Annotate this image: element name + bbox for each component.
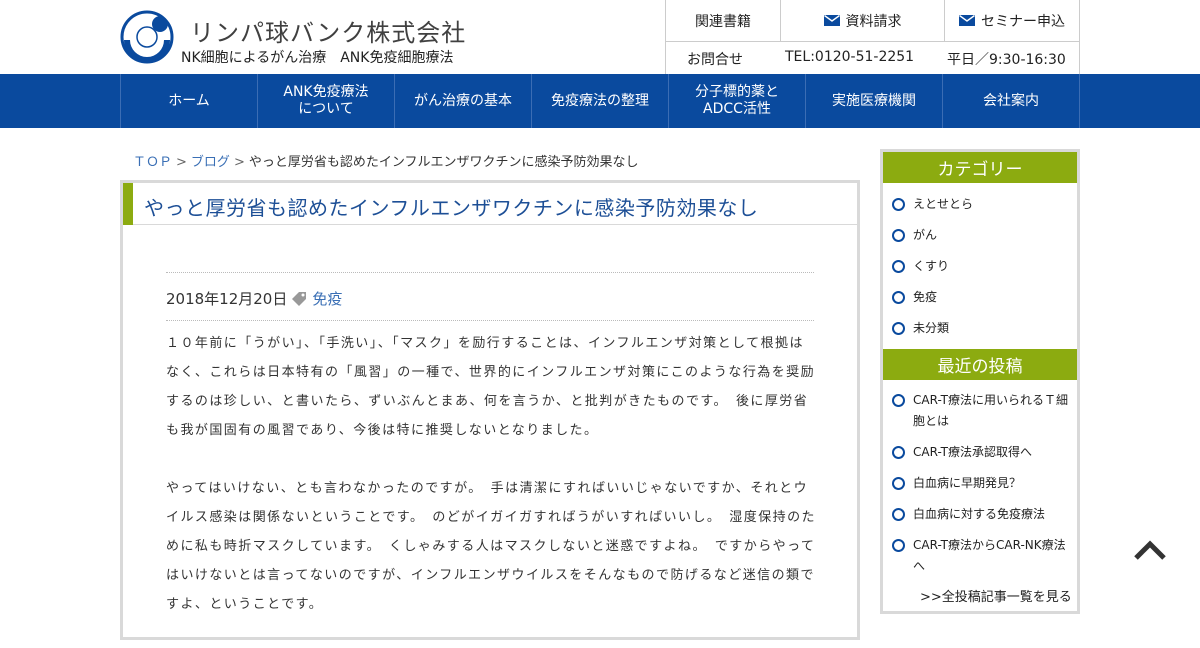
article-title: やっと厚労省も認めたインフルエンザワクチンに感染予防効果なし [144, 196, 759, 220]
sidebar: カテゴリー えとせとら がん くすり 免疫 未分類 最近の投稿 CAR-T療法に… [880, 149, 1080, 614]
recent-post-item[interactable]: CAR-T療法承認取得へ [892, 442, 1071, 463]
circle-bullet-icon [892, 322, 905, 335]
divider [166, 320, 814, 321]
seminar-apply-label: セミナー申込 [981, 13, 1065, 30]
request-materials-link[interactable]: 資料請求 [781, 0, 945, 41]
seminar-apply-link[interactable]: セミナー申込 [945, 0, 1079, 41]
circle-bullet-icon [892, 229, 905, 242]
back-to-top-icon[interactable] [1134, 538, 1166, 564]
categories-heading: カテゴリー [883, 152, 1077, 183]
nav-item-company[interactable]: 会社案内 [943, 74, 1080, 128]
article-paragraph: １０年前に「うがい」、「手洗い」、「マスク」を励行することは、インフルエンザ対策… [166, 336, 816, 438]
recent-post-label: CAR-T療法に用いられるＴ細胞とは [913, 393, 1068, 428]
recent-post-label: 白血病に早期発見？ [913, 476, 1022, 490]
category-label: 免疫 [913, 290, 938, 304]
recent-post-item[interactable]: CAR-T療法に用いられるＴ細胞とは [892, 390, 1071, 432]
breadcrumb-blog-link[interactable]: ブログ [191, 155, 230, 170]
brand-tagline: NK細胞によるがん治療 ANK免疫細胞療法 [181, 50, 454, 66]
nav-item-ank[interactable]: ANK免疫療法 について [258, 74, 395, 128]
tag-icon [292, 291, 307, 306]
post-date: 2018年12月20日 [166, 290, 288, 308]
request-materials-label: 資料請求 [845, 13, 902, 30]
category-item[interactable]: えとせとら [892, 194, 1071, 215]
nav-item-label: 実施医療機関 [832, 92, 916, 109]
breadcrumb-current: やっと厚労省も認めたインフルエンザワクチンに感染予防効果なし [248, 155, 639, 170]
divider [166, 272, 814, 273]
recent-post-label: CAR-T療法からCAR-NK療法へ [913, 538, 1066, 573]
category-label: くすり [913, 259, 950, 273]
recent-post-item[interactable]: 白血病に早期発見？ [892, 473, 1071, 494]
nav-item-label: ANK免疫療法 について [283, 84, 369, 117]
mail-icon [823, 15, 840, 26]
contact-row: お問合せ TEL:0120-51-2251 平日／9:30-16:30 [665, 42, 1080, 74]
nav-item-home[interactable]: ホーム [121, 74, 258, 128]
recent-post-item[interactable]: 白血病に対する免疫療法 [892, 504, 1071, 525]
related-books-label: 関連書籍 [695, 13, 751, 30]
nav-item-cancer-basics[interactable]: がん治療の基本 [395, 74, 532, 128]
company-logo-icon[interactable] [120, 10, 174, 64]
nav-item-label: ホーム [168, 92, 210, 109]
circle-bullet-icon [892, 291, 905, 304]
utility-bar: 関連書籍 資料請求 セミナー申込 お問合せ TEL:0120-51-2251 平… [665, 0, 1080, 74]
category-item[interactable]: 未分類 [892, 318, 1071, 339]
nav-item-immunotherapy[interactable]: 免疫療法の整理 [532, 74, 669, 128]
recent-post-label: CAR-T療法承認取得へ [913, 445, 1032, 459]
article-paragraph: やってはいけない、とも言わなかったのですが。 手は清潔にすればいいじゃないですか… [166, 481, 817, 612]
article-meta: 2018年12月20日 免疫 [166, 288, 342, 309]
article: やっと厚労省も認めたインフルエンザワクチンに感染予防効果なし 2018年12月2… [120, 180, 860, 640]
site-header: リンパ球バンク株式会社 NK細胞によるがん治療 ANK免疫細胞療法 関連書籍 資… [0, 0, 1200, 74]
breadcrumb-separator: > [233, 155, 245, 170]
article-body: １０年前に「うがい」、「手洗い」、「マスク」を励行することは、インフルエンザ対策… [166, 329, 816, 648]
brand-name[interactable]: リンパ球バンク株式会社 [190, 13, 466, 48]
recent-post-label: 白血病に対する免疫療法 [913, 507, 1046, 521]
related-books-link[interactable]: 関連書籍 [666, 0, 781, 41]
post-category-link[interactable]: 免疫 [312, 288, 342, 309]
recent-post-item[interactable]: CAR-T療法からCAR-NK療法へ [892, 535, 1071, 577]
category-item[interactable]: 免疫 [892, 287, 1071, 308]
category-label: がん [913, 228, 938, 242]
business-hours: 平日／9:30-16:30 [947, 52, 1066, 68]
nav-item-label: 会社案内 [983, 92, 1039, 109]
category-item[interactable]: がん [892, 225, 1071, 246]
breadcrumb-top-link[interactable]: ＴＯＰ [133, 155, 172, 170]
category-label: えとせとら [913, 197, 974, 211]
circle-bullet-icon [892, 394, 905, 407]
utility-links: 関連書籍 資料請求 セミナー申込 [665, 0, 1080, 42]
nav-item-clinics[interactable]: 実施医療機関 [806, 74, 943, 128]
circle-bullet-icon [892, 539, 905, 552]
circle-bullet-icon [892, 198, 905, 211]
mail-icon [959, 15, 975, 26]
title-accent-bar [123, 183, 133, 225]
circle-bullet-icon [892, 260, 905, 273]
category-item[interactable]: くすり [892, 256, 1071, 277]
all-posts-link[interactable]: >>全投稿記事一覧を見る [920, 586, 1072, 605]
recent-posts-heading: 最近の投稿 [883, 349, 1077, 380]
main-nav: ホーム ANK免疫療法 について がん治療の基本 免疫療法の整理 分子標的薬と … [0, 74, 1200, 128]
circle-bullet-icon [892, 446, 905, 459]
phone-number[interactable]: TEL:0120-51-2251 [785, 49, 914, 65]
circle-bullet-icon [892, 508, 905, 521]
nav-item-label: がん治療の基本 [414, 92, 512, 109]
contact-label: お問合せ [687, 52, 743, 68]
nav-item-molecular-targeted[interactable]: 分子標的薬と ADCC活性 [669, 74, 806, 128]
breadcrumb: ＴＯＰ > ブログ > やっと厚労省も認めたインフルエンザワクチンに感染予防効果なし [133, 151, 638, 170]
nav-item-label: 免疫療法の整理 [551, 92, 649, 109]
breadcrumb-separator: > [176, 155, 187, 170]
category-label: 未分類 [913, 321, 950, 335]
circle-bullet-icon [892, 477, 905, 490]
nav-item-label: 分子標的薬と ADCC活性 [695, 84, 779, 117]
article-title-bar: やっと厚労省も認めたインフルエンザワクチンに感染予防効果なし [123, 183, 857, 225]
